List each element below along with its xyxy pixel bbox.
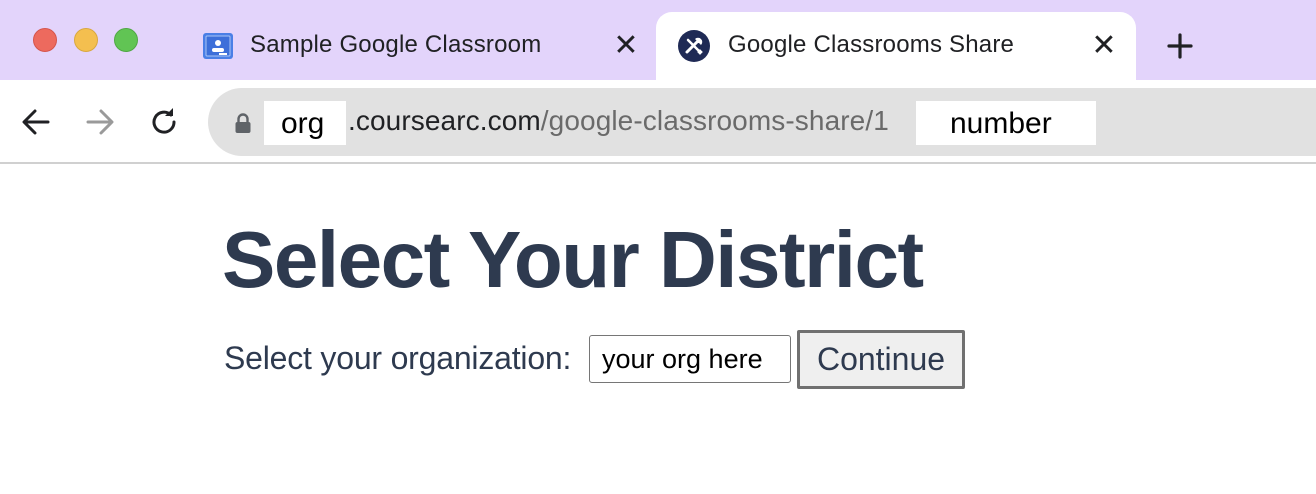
browser-toolbar: .coursearc.com/google-classrooms-share/1…: [0, 80, 1316, 164]
redacted-number-label: number: [916, 101, 1096, 145]
tab-title: Sample Google Classroom: [250, 31, 542, 58]
back-arrow-icon[interactable]: [16, 102, 56, 142]
url-text: .coursearc.com/google-classrooms-share/1: [348, 105, 889, 137]
address-bar[interactable]: .coursearc.com/google-classrooms-share/1…: [208, 88, 1316, 156]
close-tab-icon[interactable]: ✕: [612, 31, 640, 61]
new-tab-plus-icon[interactable]: [1162, 28, 1198, 64]
close-window-button[interactable]: [33, 28, 57, 52]
organization-input[interactable]: [589, 335, 791, 383]
minimize-window-button[interactable]: [74, 28, 98, 52]
tab-google-classrooms-share[interactable]: Google Classrooms Share ✕: [656, 12, 1136, 80]
tab-strip: Sample Google Classroom ✕ Google Classro…: [0, 0, 1316, 80]
google-classroom-icon: [203, 33, 233, 59]
maximize-window-button[interactable]: [114, 28, 138, 52]
redacted-org-label: org: [264, 101, 346, 145]
page-title: Select Your District: [222, 215, 924, 304]
reload-icon[interactable]: [144, 102, 184, 142]
url-host: .coursearc.com: [348, 105, 541, 136]
organization-label: Select your organization:: [224, 340, 572, 376]
tab-title: Google Classrooms Share: [728, 31, 1015, 58]
close-tab-icon[interactable]: ✕: [1090, 31, 1118, 61]
forward-arrow-icon[interactable]: [80, 102, 120, 142]
tab-sample-google-classroom[interactable]: Sample Google Classroom ✕: [180, 12, 656, 80]
tools-icon: [678, 30, 710, 62]
url-path: /google-classrooms-share/1: [540, 105, 889, 136]
lock-icon[interactable]: [234, 112, 252, 134]
continue-button[interactable]: Continue: [797, 330, 965, 389]
